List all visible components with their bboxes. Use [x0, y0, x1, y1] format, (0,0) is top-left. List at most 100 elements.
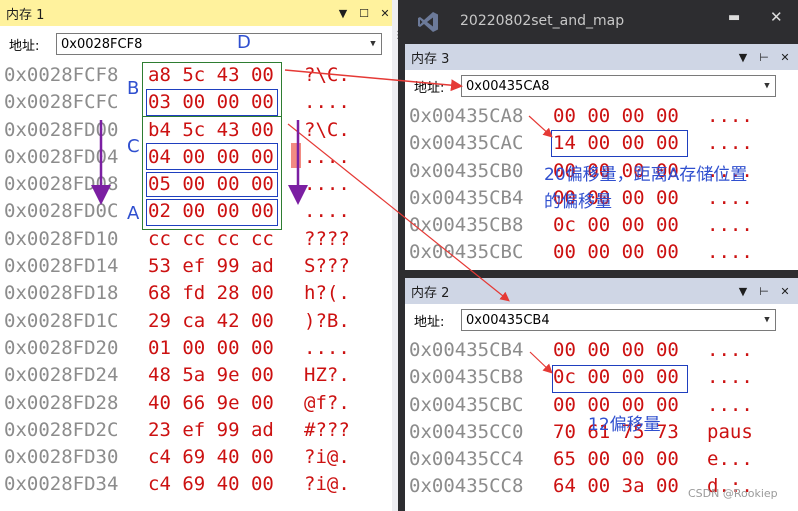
chevron-down-icon[interactable]: ▼: [759, 81, 775, 91]
annotation-d: D: [237, 32, 251, 53]
close-icon[interactable]: ✕: [777, 283, 793, 299]
memory-row: 0x00435CA8 00 00 00 00....: [405, 103, 798, 130]
row-hex-bytes[interactable]: 01 00 00 00: [148, 335, 274, 362]
row-ascii: ?i@.: [304, 473, 350, 496]
row-hex-bytes[interactable]: c4 69 40 00: [148, 471, 274, 498]
close-window-icon[interactable]: ✕: [770, 8, 783, 26]
dropdown-icon[interactable]: ▼: [335, 5, 351, 21]
memory-2-titlebar[interactable]: 内存 2 ▼ ⊢ ✕: [405, 278, 798, 304]
row-hex-bytes[interactable]: 68 fd 28 00: [148, 280, 274, 307]
row-address: 0x00435CC8: [409, 475, 524, 498]
memory-row: 0x0028FD14 53 ef 99 ad S???: [0, 253, 398, 280]
row-address: 0x0028FD2C: [4, 418, 119, 441]
close-icon[interactable]: ✕: [777, 49, 793, 65]
close-icon[interactable]: ✕: [377, 5, 393, 21]
row-hex-bytes[interactable]: 53 ef 99 ad: [148, 253, 274, 280]
row-address: 0x0028FD1C: [4, 309, 119, 332]
row-address: 0x0028FD04: [4, 145, 119, 168]
row-ascii: ....: [304, 145, 350, 168]
pin-icon[interactable]: ⊢: [756, 49, 772, 65]
row-address: 0x0028FD10: [4, 227, 119, 250]
annotation-offset-20-line2: 的偏移量: [544, 192, 612, 212]
row-hex-bytes[interactable]: 48 5a 9e 00: [148, 362, 274, 389]
row-ascii: ....: [707, 132, 753, 155]
row-hex-bytes[interactable]: 00 00 00 00: [553, 103, 679, 130]
row-hex-bytes[interactable]: 64 00 3a 00: [553, 473, 679, 500]
watermark: CSDN @Rookiep: [688, 487, 778, 500]
row-ascii: ....: [707, 339, 753, 361]
vs-window-title: 20220802set_and_map: [460, 13, 625, 29]
memory-row: 0x0028FD20 01 00 00 00....: [0, 335, 398, 362]
row-address: 0x0028FD20: [4, 336, 119, 359]
row-hex-bytes[interactable]: 29 ca 42 00: [148, 308, 274, 335]
highlight-box-a: [146, 199, 278, 226]
highlight-box-b: [146, 89, 278, 116]
row-address: 0x00435CB8: [409, 366, 524, 389]
row-ascii: ....: [304, 200, 350, 223]
memory-2-address-input[interactable]: 0x00435CB4 ▼: [461, 309, 776, 331]
row-ascii: ....: [304, 91, 350, 114]
chevron-down-icon[interactable]: ▼: [365, 39, 381, 49]
vs-titlebar[interactable]: 20220802set_and_map ▬ ✕: [398, 0, 798, 44]
row-hex-bytes[interactable]: c4 69 40 00: [148, 444, 274, 471]
row-address: 0x00435CBC: [409, 393, 524, 416]
pin-icon[interactable]: ⊢: [756, 283, 772, 299]
row-ascii: ....: [304, 173, 350, 196]
annotation-offset-20-line1: 20偏移量，距离A存储位置: [544, 165, 748, 185]
memory-row: 0x00435CB8 0c 00 00 00....: [405, 212, 798, 239]
row-ascii: ....: [707, 393, 753, 416]
memory-3-titlebar[interactable]: 内存 3 ▼ ⊢ ✕: [405, 44, 798, 70]
minimize-icon[interactable]: ▬: [728, 10, 740, 25]
chevron-down-icon[interactable]: ▼: [759, 315, 775, 325]
memory-1-titlebar[interactable]: 内存 1 ▼ ☐ ✕: [0, 0, 398, 26]
memory-3-title: 内存 3: [411, 51, 450, 67]
memory-3-address-input[interactable]: 0x00435CA8 ▼: [461, 75, 776, 97]
memory-1-address-input[interactable]: 0x0028FCF8 ▼: [56, 33, 382, 55]
memory-row: 0x0028FD2C 23 ef 99 ad #???: [0, 417, 398, 444]
row-address: 0x00435CAC: [409, 132, 524, 155]
highlight-box-offset-20: [551, 130, 688, 157]
memory-1-title: 内存 1: [6, 7, 45, 23]
row-address: 0x0028FCF8: [4, 64, 119, 86]
visual-studio-logo-icon: [416, 10, 440, 38]
row-ascii: ?\C.: [304, 64, 350, 86]
row-ascii: e...: [707, 448, 753, 471]
row-ascii: paus: [707, 420, 753, 443]
row-ascii: ....: [707, 241, 753, 264]
row-ascii: ....: [707, 366, 753, 389]
row-hex-bytes[interactable]: 40 66 9e 00: [148, 390, 274, 417]
dropdown-icon[interactable]: ▼: [735, 49, 751, 65]
row-address: 0x0028FD24: [4, 364, 119, 387]
row-ascii: ?i@.: [304, 446, 350, 469]
row-ascii: ....: [707, 186, 753, 209]
memory-row: 0x0028FD30 c4 69 40 00 ?i@.: [0, 444, 398, 471]
memory-row: 0x00435CC4 65 00 00 00 e...: [405, 446, 798, 473]
memory-2-title: 内存 2: [411, 285, 450, 301]
cursor-marker: [291, 143, 301, 168]
highlight-box-offset-12: [552, 365, 688, 393]
dropdown-icon[interactable]: ▼: [735, 283, 751, 299]
memory-row: 0x0028FD28 40 66 9e 00 @f?.: [0, 390, 398, 417]
annotation-c: C: [127, 136, 140, 157]
address-label: 地址:: [414, 314, 445, 330]
row-hex-bytes[interactable]: 00 00 00 00: [553, 337, 679, 364]
row-hex-bytes[interactable]: 0c 00 00 00: [553, 212, 679, 239]
address-value: 0x00435CB4: [466, 312, 550, 328]
highlight-box-c: [146, 143, 278, 170]
row-ascii: ....: [304, 336, 350, 359]
row-hex-bytes[interactable]: 23 ef 99 ad: [148, 417, 274, 444]
row-ascii: HZ?.: [304, 364, 350, 387]
row-address: 0x00435CB8: [409, 214, 524, 237]
row-address: 0x0028FD00: [4, 118, 119, 141]
row-ascii: ....: [707, 214, 753, 237]
row-address: 0x00435CB4: [409, 339, 524, 361]
row-hex-bytes[interactable]: 65 00 00 00: [553, 446, 679, 473]
row-address: 0x0028FD30: [4, 446, 119, 469]
annotation-b: B: [127, 78, 140, 99]
row-hex-bytes[interactable]: 00 00 00 00: [553, 239, 679, 266]
row-address: 0x0028FD18: [4, 282, 119, 305]
row-address: 0x00435CB4: [409, 186, 524, 209]
maximize-icon[interactable]: ☐: [356, 5, 372, 21]
row-ascii: ....: [707, 105, 753, 127]
row-ascii: @f?.: [304, 391, 350, 414]
